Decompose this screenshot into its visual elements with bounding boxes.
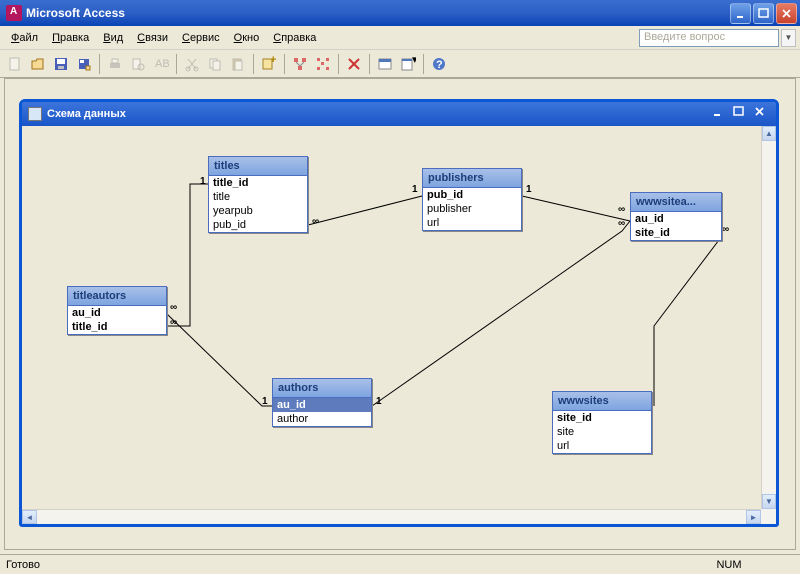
print-preview-button[interactable] bbox=[127, 53, 149, 75]
new-button[interactable] bbox=[4, 53, 26, 75]
status-text: Готово bbox=[6, 559, 694, 571]
menubar: Файл Правка Вид Связи Сервис Окно Справк… bbox=[0, 26, 800, 50]
delete-button[interactable] bbox=[343, 53, 365, 75]
print-button[interactable] bbox=[104, 53, 126, 75]
relationships-icon bbox=[28, 107, 42, 121]
field[interactable]: title_id bbox=[209, 176, 307, 190]
scroll-corner bbox=[761, 509, 776, 524]
rel-one: 1 bbox=[262, 396, 268, 407]
table-header[interactable]: titles bbox=[209, 157, 307, 176]
show-direct-button[interactable] bbox=[289, 53, 311, 75]
table-wwwsitea[interactable]: wwwsitea... au_id site_id bbox=[630, 192, 722, 241]
field[interactable]: site_id bbox=[631, 226, 721, 240]
svg-text:+: + bbox=[270, 56, 276, 66]
field[interactable]: publisher bbox=[423, 202, 521, 216]
open-button[interactable] bbox=[27, 53, 49, 75]
table-titleautors[interactable]: titleautors au_id title_id bbox=[67, 286, 167, 335]
toolbar: ABC + ▾ ? bbox=[0, 50, 800, 78]
help-search-box[interactable]: Введите вопрос bbox=[639, 29, 779, 47]
child-maximize-button[interactable] bbox=[733, 106, 752, 123]
table-authors[interactable]: authors au_id author bbox=[272, 378, 372, 427]
field[interactable]: pub_id bbox=[209, 218, 307, 232]
table-publishers[interactable]: publishers pub_id publisher url bbox=[422, 168, 522, 231]
child-titlebar: Схема данных bbox=[22, 102, 776, 126]
properties-button[interactable] bbox=[374, 53, 396, 75]
field[interactable]: site_id bbox=[553, 411, 651, 425]
field[interactable]: site bbox=[553, 425, 651, 439]
status-num: NUM bbox=[694, 559, 764, 571]
rel-inf: ∞ bbox=[170, 317, 177, 328]
table-titles[interactable]: titles title_id title yearpub pub_id bbox=[208, 156, 308, 233]
app-title: Microsoft Access bbox=[26, 6, 730, 20]
field[interactable]: url bbox=[553, 439, 651, 453]
field[interactable]: author bbox=[273, 412, 371, 426]
rel-inf: ∞ bbox=[312, 216, 319, 227]
scroll-down-icon[interactable]: ▼ bbox=[762, 494, 776, 509]
menu-file[interactable]: Файл bbox=[4, 30, 45, 46]
svg-text:▾: ▾ bbox=[412, 56, 416, 66]
vertical-scrollbar[interactable]: ▲ ▼ bbox=[761, 126, 776, 509]
menu-window[interactable]: Окно bbox=[227, 30, 267, 46]
scroll-track[interactable] bbox=[37, 510, 746, 524]
rel-inf: ∞ bbox=[618, 218, 625, 229]
table-header[interactable]: titleautors bbox=[68, 287, 166, 306]
mdi-area: Схема данных bbox=[4, 78, 796, 550]
help-button[interactable]: ? bbox=[428, 53, 450, 75]
table-header[interactable]: authors bbox=[273, 379, 371, 398]
field[interactable]: pub_id bbox=[423, 188, 521, 202]
rel-one: 1 bbox=[376, 396, 382, 407]
rel-inf: ∞ bbox=[618, 204, 625, 215]
field[interactable]: yearpub bbox=[209, 204, 307, 218]
field[interactable]: title_id bbox=[68, 320, 166, 334]
design-button[interactable]: ▾ bbox=[397, 53, 419, 75]
svg-text:?: ? bbox=[436, 59, 443, 71]
menu-help[interactable]: Справка bbox=[266, 30, 323, 46]
spell-check-button[interactable]: ABC bbox=[150, 53, 172, 75]
menu-relations[interactable]: Связи bbox=[130, 30, 175, 46]
cut-button[interactable] bbox=[181, 53, 203, 75]
scroll-left-icon[interactable]: ◄ bbox=[22, 510, 37, 524]
show-all-button[interactable] bbox=[312, 53, 334, 75]
save-batch-button[interactable] bbox=[73, 53, 95, 75]
relationships-window: Схема данных bbox=[19, 99, 779, 527]
table-header[interactable]: wwwsites bbox=[553, 392, 651, 411]
relationships-canvas[interactable]: 1 ∞ ∞ 1 ∞ 1 1 ∞ 1 ∞ 1 ∞ titles title_id … bbox=[22, 126, 761, 509]
close-button[interactable] bbox=[776, 3, 797, 24]
menu-tools[interactable]: Сервис bbox=[175, 30, 227, 46]
add-table-button[interactable]: + bbox=[258, 53, 280, 75]
child-minimize-button[interactable] bbox=[712, 106, 731, 123]
scroll-up-icon[interactable]: ▲ bbox=[762, 126, 776, 141]
main-titlebar: Microsoft Access bbox=[0, 0, 800, 26]
access-icon bbox=[6, 5, 22, 21]
statusbar: Готово NUM bbox=[0, 554, 800, 574]
table-wwwsites[interactable]: wwwsites site_id site url bbox=[552, 391, 652, 454]
field[interactable]: au_id bbox=[631, 212, 721, 226]
copy-button[interactable] bbox=[204, 53, 226, 75]
svg-text:ABC: ABC bbox=[155, 58, 169, 70]
rel-one: 1 bbox=[200, 176, 206, 187]
rel-inf: ∞ bbox=[722, 224, 729, 235]
menu-edit[interactable]: Правка bbox=[45, 30, 96, 46]
child-close-button[interactable] bbox=[754, 106, 773, 123]
field[interactable]: au_id bbox=[68, 306, 166, 320]
table-header[interactable]: wwwsitea... bbox=[631, 193, 721, 212]
paste-button[interactable] bbox=[227, 53, 249, 75]
table-header[interactable]: publishers bbox=[423, 169, 521, 188]
save-button[interactable] bbox=[50, 53, 72, 75]
menu-view[interactable]: Вид bbox=[96, 30, 130, 46]
minimize-button[interactable] bbox=[730, 3, 751, 24]
scroll-right-icon[interactable]: ► bbox=[746, 510, 761, 524]
horizontal-scrollbar[interactable]: ◄ ► bbox=[22, 509, 761, 524]
rel-one: 1 bbox=[526, 184, 532, 195]
rel-inf: ∞ bbox=[170, 302, 177, 313]
rel-one: 1 bbox=[412, 184, 418, 195]
field-selected[interactable]: au_id bbox=[273, 398, 371, 412]
field[interactable]: url bbox=[423, 216, 521, 230]
maximize-button[interactable] bbox=[753, 3, 774, 24]
child-title: Схема данных bbox=[47, 108, 712, 120]
help-dropdown-icon[interactable]: ▼ bbox=[781, 29, 796, 47]
field[interactable]: title bbox=[209, 190, 307, 204]
